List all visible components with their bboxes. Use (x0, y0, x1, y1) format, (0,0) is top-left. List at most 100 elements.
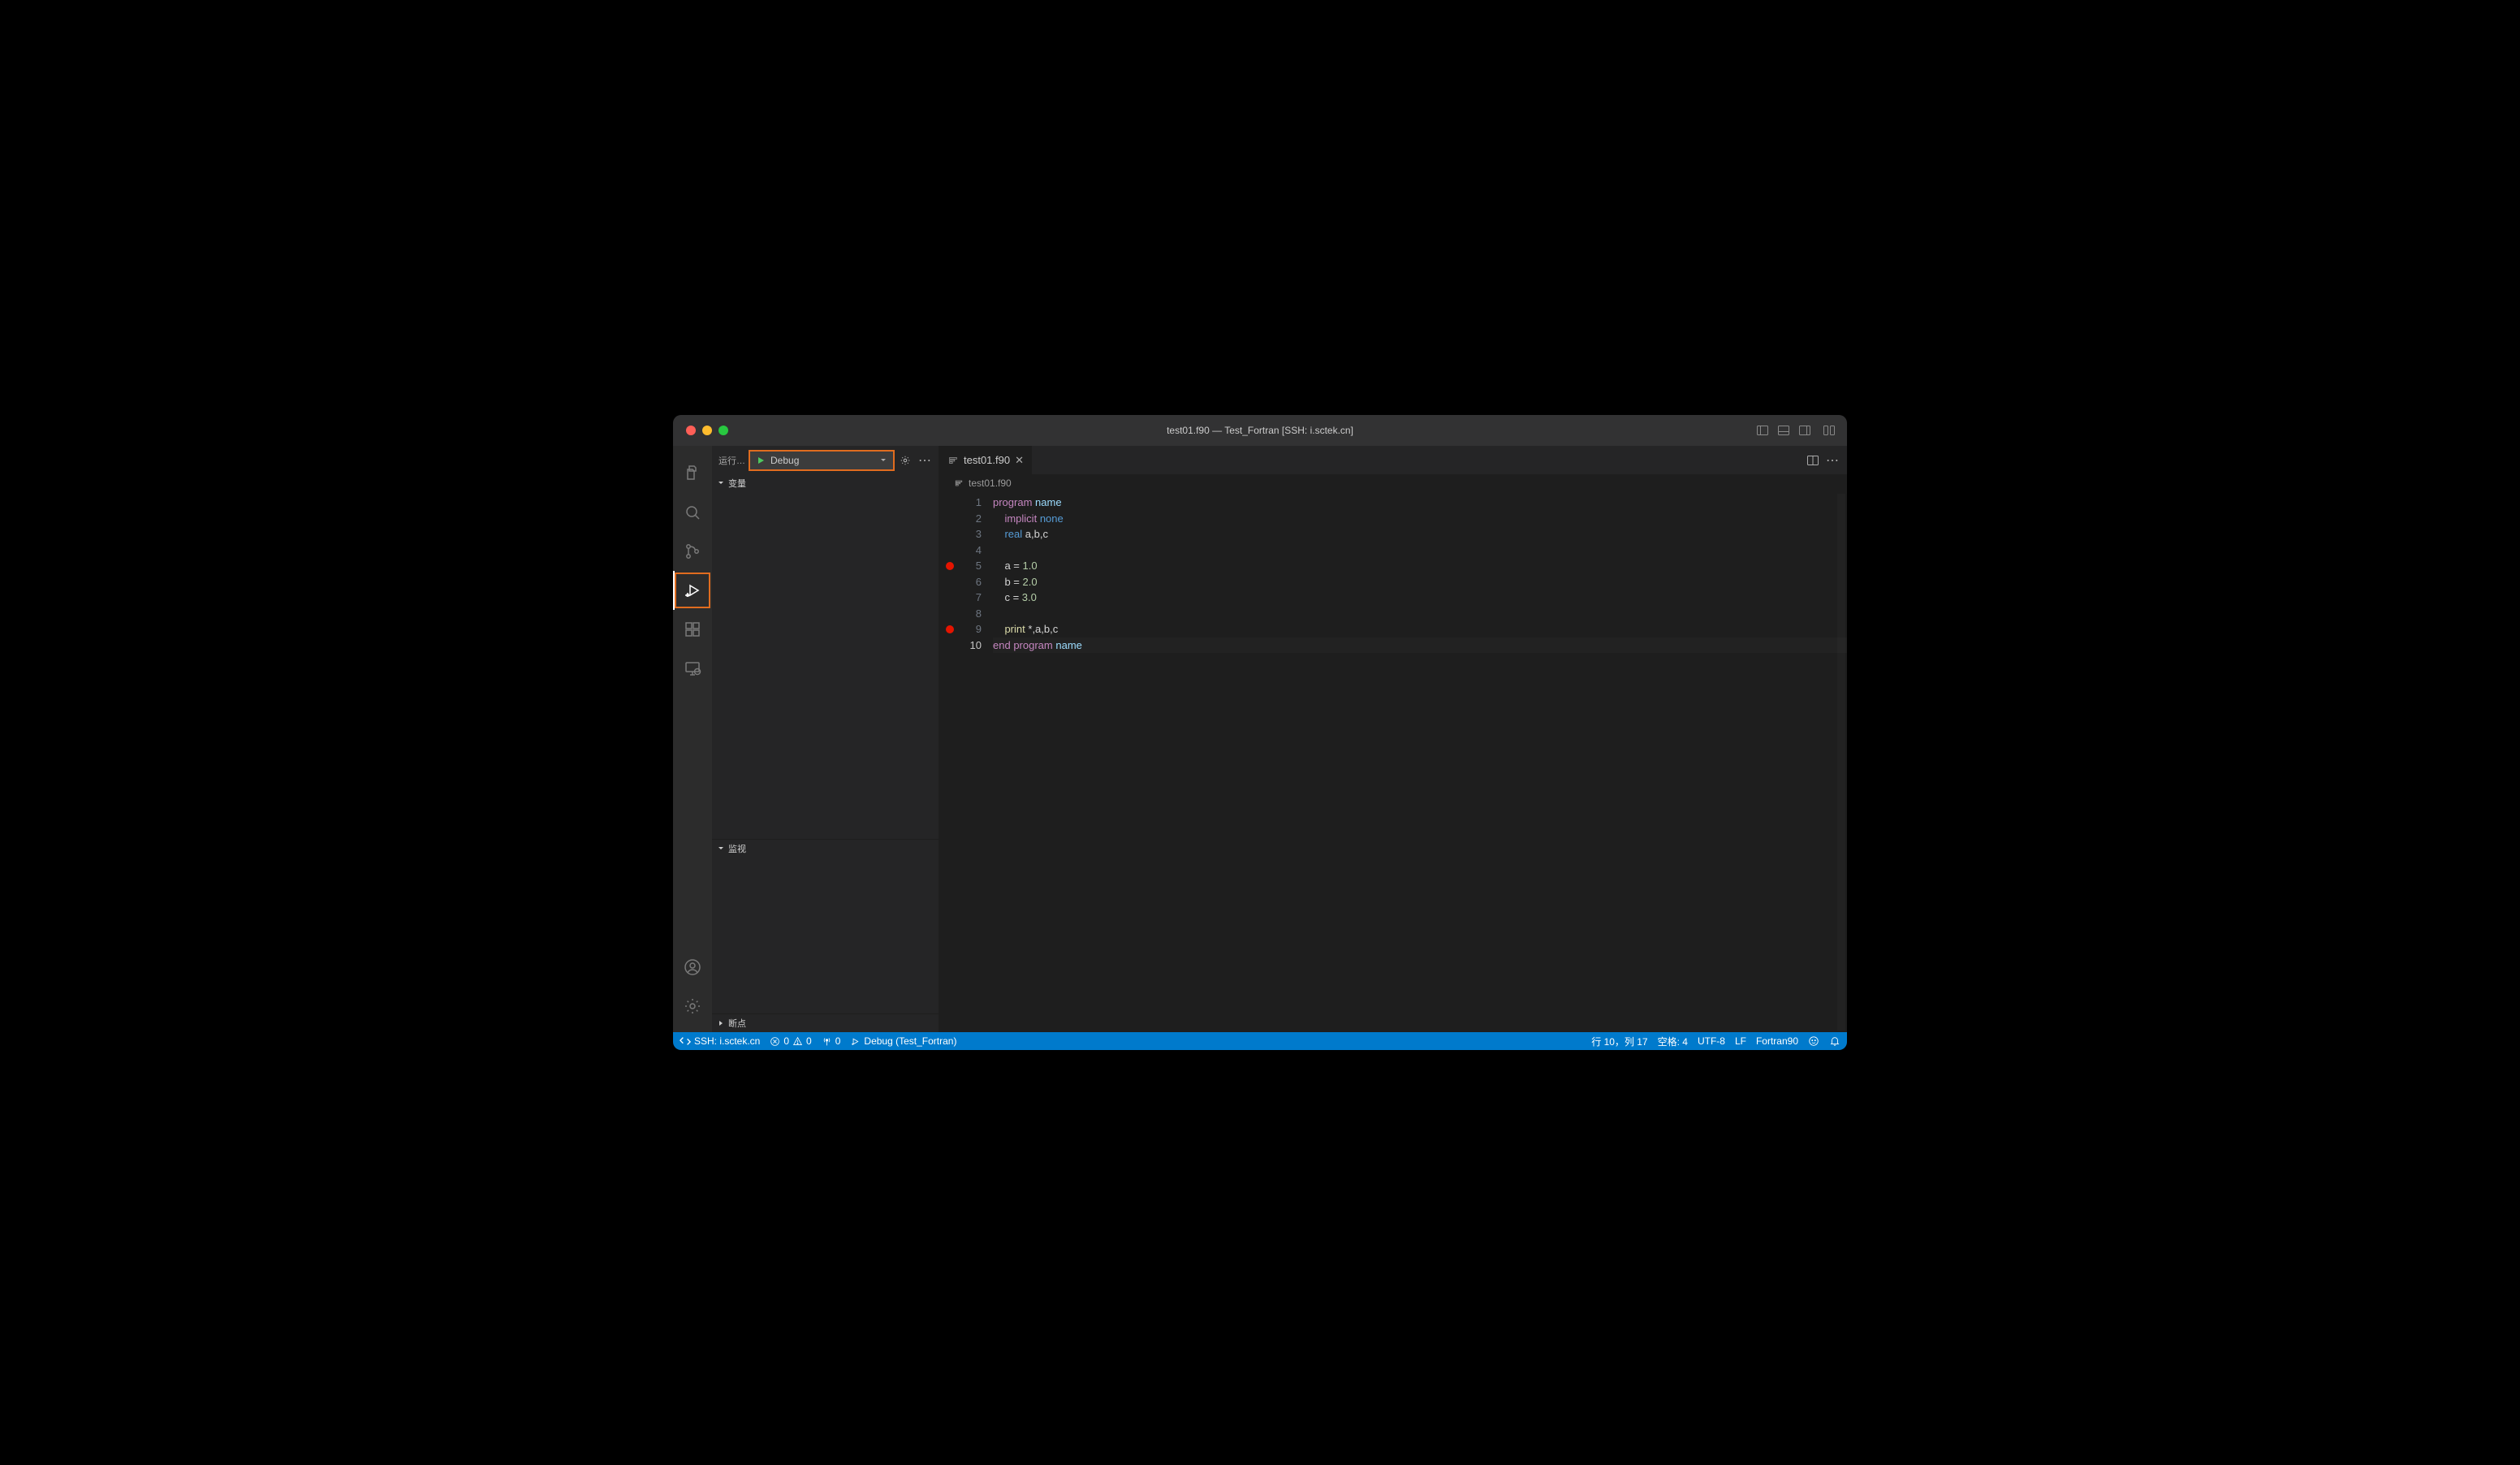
line-number[interactable]: 9 (939, 621, 993, 637)
error-icon (770, 1036, 780, 1047)
debug-settings-gear-icon[interactable] (898, 455, 913, 466)
line-number[interactable]: 4 (939, 542, 993, 559)
code-line[interactable]: a = 1.0 (993, 558, 1847, 574)
close-window-button[interactable] (686, 426, 696, 435)
fortran-file-icon (954, 478, 964, 488)
feedback-icon[interactable] (1808, 1035, 1819, 1047)
problems-indicator[interactable]: 0 0 (770, 1035, 811, 1047)
debug-target-indicator[interactable]: Debug (Test_Fortran) (850, 1035, 956, 1047)
start-debug-icon[interactable] (756, 456, 766, 465)
warnings-count: 0 (806, 1035, 812, 1047)
explorer-view-icon[interactable] (673, 454, 712, 493)
eol-indicator[interactable]: LF (1735, 1035, 1746, 1047)
watch-section-header[interactable]: 监视 (712, 840, 939, 858)
breakpoints-section-label: 断点 (728, 1017, 746, 1030)
watch-section-body (712, 858, 939, 1013)
chevron-down-icon (717, 845, 725, 853)
minimize-window-button[interactable] (702, 426, 712, 435)
ports-indicator[interactable]: 0 (822, 1035, 841, 1047)
encoding-indicator[interactable]: UTF-8 (1698, 1035, 1725, 1047)
cursor-position[interactable]: 行 10，列 17 (1591, 1035, 1647, 1048)
sidebar: 运行… Debug ⋯ 变量 监视 (712, 446, 939, 1032)
remote-indicator[interactable]: SSH: i.sctek.cn (680, 1035, 760, 1047)
editor-tabs: test01.f90 ✕ ⋯ (939, 446, 1847, 474)
debug-target-label: Debug (Test_Fortran) (864, 1035, 956, 1047)
code-line[interactable] (993, 606, 1847, 622)
split-editor-icon[interactable] (1806, 454, 1819, 467)
code-line[interactable]: c = 3.0 (993, 590, 1847, 606)
code-lines[interactable]: program name implicit none real a,b,c a … (993, 492, 1847, 1032)
breakpoint-icon[interactable] (946, 562, 954, 570)
code-line[interactable]: end program name (993, 637, 1847, 654)
line-number[interactable]: 2 (939, 511, 993, 527)
line-number[interactable]: 5 (939, 558, 993, 574)
line-number[interactable]: 10 (939, 637, 993, 654)
status-bar: SSH: i.sctek.cn 0 0 0 Debug (Test_Fortra… (673, 1032, 1847, 1050)
notifications-icon[interactable] (1829, 1035, 1840, 1047)
close-tab-icon[interactable]: ✕ (1015, 454, 1024, 467)
remote-explorer-view-icon[interactable] (673, 649, 712, 688)
radio-tower-icon (822, 1036, 832, 1047)
code-line[interactable]: b = 2.0 (993, 574, 1847, 590)
language-indicator[interactable]: Fortran90 (1756, 1035, 1798, 1047)
tab-more-icon[interactable]: ⋯ (1826, 452, 1839, 469)
line-number[interactable]: 8 (939, 606, 993, 622)
debug-config-dropdown[interactable]: Debug (750, 452, 893, 469)
run-label: 运行… (718, 454, 745, 467)
remote-icon (680, 1035, 691, 1047)
code-line[interactable]: print *,a,b,c (993, 621, 1847, 637)
warning-icon (792, 1036, 803, 1047)
minimap[interactable] (1837, 494, 1845, 1031)
source-control-view-icon[interactable] (673, 532, 712, 571)
errors-count: 0 (783, 1035, 789, 1047)
code-line[interactable]: implicit none (993, 511, 1847, 527)
maximize-window-button[interactable] (718, 426, 728, 435)
code-editor[interactable]: 12345678910 program name implicit none r… (939, 492, 1847, 1032)
gutter[interactable]: 12345678910 (939, 492, 993, 1032)
code-line[interactable]: real a,b,c (993, 526, 1847, 542)
customize-layout-icon[interactable] (1821, 422, 1837, 439)
window-title: test01.f90 — Test_Fortran [SSH: i.sctek.… (1167, 425, 1353, 436)
ports-count: 0 (835, 1035, 841, 1047)
extensions-view-icon[interactable] (673, 610, 712, 649)
editor-area: test01.f90 ✕ ⋯ test01.f90 12345678910 pr… (939, 446, 1847, 1032)
line-number[interactable]: 6 (939, 574, 993, 590)
debug-toolbar: 运行… Debug ⋯ (712, 446, 939, 474)
activity-bar (673, 446, 712, 1032)
run-debug-view-icon[interactable] (673, 571, 712, 610)
variables-section-body (712, 492, 939, 839)
toggle-panel-icon[interactable] (1776, 422, 1792, 439)
search-view-icon[interactable] (673, 493, 712, 532)
indentation-indicator[interactable]: 空格: 4 (1658, 1035, 1688, 1048)
editor-tab-test01[interactable]: test01.f90 ✕ (939, 446, 1033, 474)
debug-more-icon[interactable]: ⋯ (917, 452, 932, 469)
chevron-right-icon (717, 1019, 725, 1027)
title-bar: test01.f90 — Test_Fortran [SSH: i.sctek.… (673, 415, 1847, 446)
code-line[interactable]: program name (993, 495, 1847, 511)
breakpoints-section-header[interactable]: 断点 (712, 1014, 939, 1032)
remote-label: SSH: i.sctek.cn (694, 1035, 760, 1047)
variables-section-header[interactable]: 变量 (712, 474, 939, 492)
line-number[interactable]: 7 (939, 590, 993, 606)
accounts-icon[interactable] (673, 948, 712, 987)
chevron-down-icon (879, 456, 887, 465)
breadcrumb[interactable]: test01.f90 (939, 474, 1847, 492)
breakpoint-icon[interactable] (946, 625, 954, 633)
variables-section-label: 变量 (728, 477, 746, 490)
title-layout-controls (1754, 422, 1847, 439)
traffic-lights (673, 426, 728, 435)
tab-label: test01.f90 (964, 454, 1010, 466)
fortran-file-icon (947, 455, 959, 466)
watch-section-label: 监视 (728, 842, 746, 855)
code-line[interactable] (993, 542, 1847, 559)
toggle-secondary-sidebar-icon[interactable] (1797, 422, 1813, 439)
debug-icon (850, 1036, 861, 1047)
app-window: test01.f90 — Test_Fortran [SSH: i.sctek.… (673, 415, 1847, 1050)
line-number[interactable]: 3 (939, 526, 993, 542)
toggle-primary-sidebar-icon[interactable] (1754, 422, 1771, 439)
chevron-down-icon (717, 479, 725, 487)
breadcrumb-file: test01.f90 (969, 478, 1012, 489)
debug-config-name: Debug (770, 455, 874, 466)
manage-icon[interactable] (673, 987, 712, 1026)
line-number[interactable]: 1 (939, 495, 993, 511)
